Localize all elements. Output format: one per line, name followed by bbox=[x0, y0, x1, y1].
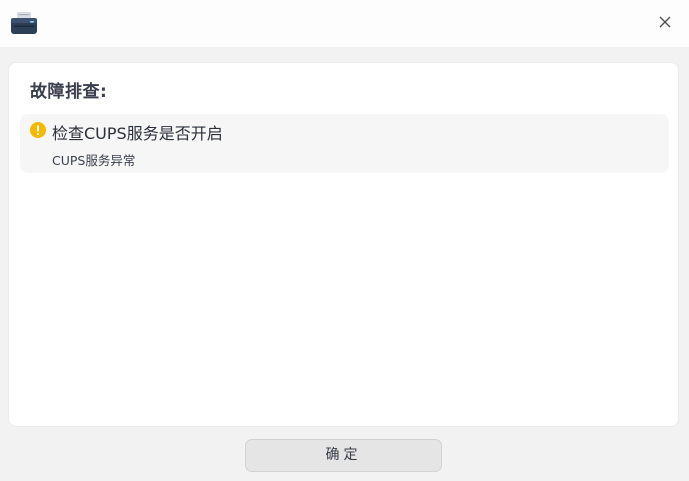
titlebar bbox=[0, 0, 689, 47]
warning-icon bbox=[30, 122, 46, 138]
close-icon bbox=[659, 16, 671, 28]
confirm-button[interactable]: 确定 bbox=[245, 439, 442, 472]
issue-title: 检查CUPS服务是否开启 bbox=[52, 124, 223, 143]
issue-card-cups: 检查CUPS服务是否开启 CUPS服务异常 bbox=[20, 114, 669, 173]
troubleshoot-dialog: 故障排查: 检查CUPS服务是否开启 CUPS服务异常 确定 bbox=[0, 0, 689, 481]
issue-detail: CUPS服务异常 bbox=[52, 153, 136, 168]
section-title: 故障排查: bbox=[30, 82, 108, 102]
close-button[interactable] bbox=[655, 12, 675, 32]
printer-icon bbox=[10, 11, 38, 35]
troubleshoot-panel: 故障排查: 检查CUPS服务是否开启 CUPS服务异常 bbox=[8, 62, 679, 427]
